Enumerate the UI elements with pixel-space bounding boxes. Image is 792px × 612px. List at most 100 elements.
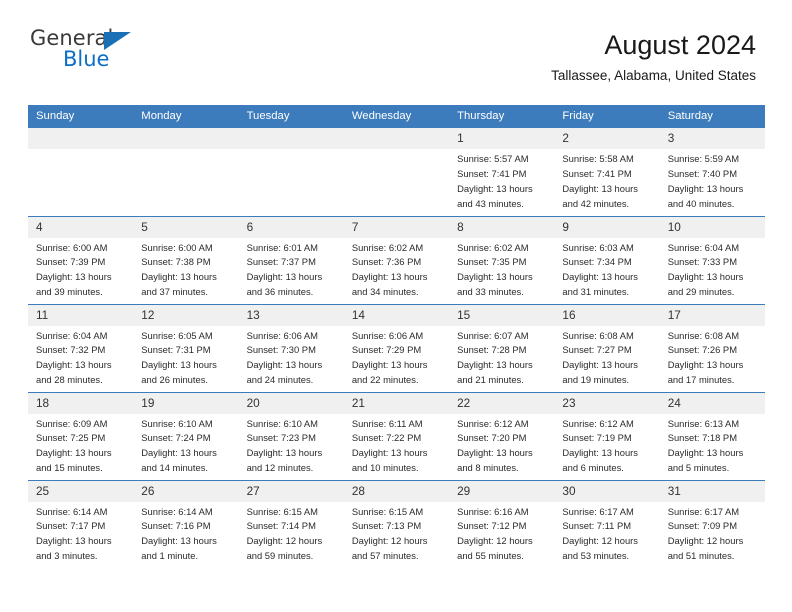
calendar-day-cell[interactable]: 1 Sunrise: 5:57 AM Sunset: 7:41 PM Daylight…: [449, 128, 555, 216]
sunset-text: Sunset: 7:20 PM: [457, 432, 527, 444]
calendar-day-cell[interactable]: 12 Sunrise: 6:05 AM Sunset: 7:31 PM Dayligh…: [133, 303, 239, 392]
daylight-text-cont: and 33 minutes.: [457, 286, 524, 298]
daylight-text: Daylight: 12 hours: [457, 535, 533, 547]
calendar-day-cell[interactable]: 15 Sunrise: 6:07 AM Sunset: 7:28 PM Dayligh…: [449, 303, 555, 392]
calendar-day-cell[interactable]: 30 Sunrise: 6:17 AM Sunset: 7:11 PM Dayligh…: [554, 479, 660, 568]
sunrise-text: Sunrise: 5:58 AM: [562, 153, 634, 164]
general-blue-logo[interactable]: General Blue: [30, 28, 150, 78]
sunrise-text: Sunrise: 6:07 AM: [457, 329, 529, 341]
sunrise-text: Sunrise: 6:00 AM: [36, 241, 108, 253]
daylight-text-cont: and 15 minutes.: [36, 462, 103, 474]
calendar-day-cell[interactable]: 13 Sunrise: 6:06 AM Sunset: 7:30 PM Dayligh…: [238, 303, 344, 392]
sun-info: Sunrise: 6:17 AM Sunset: 7:11 PM Daylight:…: [554, 502, 659, 564]
calendar-day-cell[interactable]: 21 Sunrise: 6:11 AM Sunset: 7:22 PM Dayligh…: [343, 391, 450, 480]
calendar-day-cell[interactable]: 25 Sunrise: 6:14 AM Sunset: 7:17 PM Dayligh…: [28, 479, 134, 568]
sunset-text: Sunset: 7:26 PM: [667, 344, 737, 356]
calendar-day-cell[interactable]: 19 Sunrise: 6:10 AM Sunset: 7:24 PM Dayligh…: [133, 391, 239, 480]
day-number: 10: [659, 216, 765, 238]
calendar-day-cell[interactable]: 2 Sunrise: 5:58 AM Sunset: 7:41 PM Daylight…: [554, 128, 660, 216]
daylight-text-cont: and 14 minutes.: [141, 462, 208, 474]
sunrise-text: Sunrise: 6:13 AM: [667, 417, 740, 429]
sunset-text: Sunset: 7:19 PM: [562, 432, 632, 444]
day-number: 1: [449, 128, 555, 149]
daylight-text: Daylight: 13 hours: [246, 359, 323, 371]
page-title: August 2024: [604, 30, 756, 60]
sunrise-text: Sunrise: 6:14 AM: [36, 505, 108, 517]
daylight-text-cont: and 5 minutes.: [667, 462, 730, 474]
calendar-day-cell[interactable]: 18 Sunrise: 6:09 AM Sunset: 7:25 PM Dayligh…: [28, 391, 134, 480]
sun-info: Sunrise: 6:05 AM Sunset: 7:31 PM Daylight:…: [133, 326, 238, 388]
sunset-text: Sunset: 7:37 PM: [246, 256, 316, 268]
sunset-text: Sunset: 7:41 PM: [457, 167, 527, 179]
calendar-week-row: 18 Sunrise: 6:09 AM Sunset: 7:25 PM Dayligh…: [28, 391, 765, 480]
sunset-text: Sunset: 7:13 PM: [351, 520, 422, 532]
daylight-text-cont: and 43 minutes.: [457, 197, 524, 209]
calendar-day-cell[interactable]: 5 Sunrise: 6:00 AM Sunset: 7:38 PM Daylight…: [133, 215, 239, 304]
sunrise-text: Sunrise: 6:09 AM: [36, 417, 108, 429]
daylight-text-cont: and 26 minutes.: [141, 374, 208, 386]
daylight-text: Daylight: 13 hours: [667, 271, 744, 283]
calendar-day-cell[interactable]: 29 Sunrise: 6:16 AM Sunset: 7:12 PM Dayligh…: [449, 479, 555, 568]
sunrise-text: Sunrise: 6:17 AM: [562, 505, 634, 517]
sunrise-text: Sunrise: 6:15 AM: [351, 505, 424, 517]
calendar-day-cell[interactable]: 14 Sunrise: 6:06 AM Sunset: 7:29 PM Dayligh…: [343, 303, 450, 392]
sun-info: Sunrise: 5:57 AM Sunset: 7:41 PM Daylight:…: [449, 149, 554, 211]
calendar-body: 1 Sunrise: 5:57 AM Sunset: 7:41 PM Daylight…: [28, 128, 765, 568]
calendar-day-cell[interactable]: 4 Sunrise: 6:00 AM Sunset: 7:39 PM Daylight…: [28, 215, 134, 304]
sunrise-text: Sunrise: 6:02 AM: [457, 241, 529, 253]
calendar-day-cell[interactable]: 20 Sunrise: 6:10 AM Sunset: 7:23 PM Dayligh…: [238, 391, 344, 480]
sunrise-text: Sunrise: 5:59 AM: [667, 153, 740, 164]
daylight-text-cont: and 1 minute.: [141, 550, 199, 562]
calendar-day-cell[interactable]: 6 Sunrise: 6:01 AM Sunset: 7:37 PM Daylight…: [238, 215, 344, 304]
sun-info: Sunrise: 6:15 AM Sunset: 7:13 PM Daylight:…: [344, 502, 449, 564]
calendar-day-cell[interactable]: 31 Sunrise: 6:17 AM Sunset: 7:09 PM Dayligh…: [659, 479, 765, 568]
daylight-text: Daylight: 13 hours: [351, 447, 428, 459]
sunset-text: Sunset: 7:40 PM: [667, 167, 737, 179]
calendar-day-cell[interactable]: 7 Sunrise: 6:02 AM Sunset: 7:36 PM Daylight…: [343, 215, 450, 304]
calendar-day-cell[interactable]: 16 Sunrise: 6:08 AM Sunset: 7:27 PM Dayligh…: [554, 303, 660, 392]
calendar-day-cell-empty: [343, 128, 450, 216]
calendar-day-cell[interactable]: 10 Sunrise: 6:04 AM Sunset: 7:33 PM Dayligh…: [659, 215, 765, 304]
day-number: 28: [343, 480, 450, 502]
sunset-text: Sunset: 7:30 PM: [246, 344, 316, 356]
sun-info: Sunrise: 6:02 AM Sunset: 7:36 PM Daylight:…: [344, 238, 449, 300]
weekday-header-wednesday: Wednesday: [343, 105, 450, 128]
sunrise-text: Sunrise: 6:08 AM: [562, 329, 634, 341]
daylight-text: Daylight: 13 hours: [36, 271, 112, 283]
calendar-day-cell[interactable]: 9 Sunrise: 6:03 AM Sunset: 7:34 PM Daylight…: [554, 215, 660, 304]
sunset-text: Sunset: 7:11 PM: [562, 520, 632, 532]
daylight-text: Daylight: 13 hours: [36, 359, 112, 371]
sunrise-text: Sunrise: 6:12 AM: [562, 417, 634, 429]
day-number: 5: [133, 216, 239, 238]
daylight-text: Daylight: 13 hours: [351, 271, 428, 283]
daylight-text: Daylight: 12 hours: [562, 535, 638, 547]
sunset-text: Sunset: 7:35 PM: [457, 256, 527, 268]
day-number: 4: [28, 216, 134, 238]
daylight-text: Daylight: 13 hours: [457, 271, 533, 283]
calendar-day-cell[interactable]: 17 Sunrise: 6:08 AM Sunset: 7:26 PM Dayligh…: [659, 303, 765, 392]
calendar-day-cell[interactable]: 8 Sunrise: 6:02 AM Sunset: 7:35 PM Daylight…: [449, 215, 555, 304]
calendar-day-cell[interactable]: 23 Sunrise: 6:12 AM Sunset: 7:19 PM Dayligh…: [554, 391, 660, 480]
calendar-day-cell[interactable]: 24 Sunrise: 6:13 AM Sunset: 7:18 PM Dayligh…: [659, 391, 765, 480]
sunset-text: Sunset: 7:33 PM: [667, 256, 737, 268]
sunrise-text: Sunrise: 6:08 AM: [667, 329, 740, 341]
calendar-day-cell[interactable]: 26 Sunrise: 6:14 AM Sunset: 7:16 PM Dayligh…: [133, 479, 239, 568]
daylight-text-cont: and 42 minutes.: [562, 197, 630, 209]
sun-info: Sunrise: 5:58 AM Sunset: 7:41 PM Daylight:…: [554, 149, 659, 211]
calendar-day-cell[interactable]: 27 Sunrise: 6:15 AM Sunset: 7:14 PM Dayligh…: [238, 479, 344, 568]
daylight-text-cont: and 34 minutes.: [351, 286, 419, 298]
day-number: 17: [659, 304, 765, 326]
daylight-text: Daylight: 12 hours: [667, 535, 744, 547]
sun-info: Sunrise: 6:14 AM Sunset: 7:17 PM Daylight:…: [28, 502, 133, 564]
sunrise-text: Sunrise: 6:05 AM: [141, 329, 213, 341]
calendar-day-cell[interactable]: 11 Sunrise: 6:04 AM Sunset: 7:32 PM Dayligh…: [28, 303, 134, 392]
sunset-text: Sunset: 7:29 PM: [351, 344, 422, 356]
calendar-day-cell[interactable]: 22 Sunrise: 6:12 AM Sunset: 7:20 PM Dayligh…: [449, 391, 555, 480]
calendar-day-cell[interactable]: 28 Sunrise: 6:15 AM Sunset: 7:13 PM Dayligh…: [343, 479, 450, 568]
logo-word-blue: Blue: [63, 47, 110, 71]
day-number: [133, 128, 239, 149]
sunset-text: Sunset: 7:36 PM: [351, 256, 422, 268]
sunset-text: Sunset: 7:16 PM: [141, 520, 211, 532]
calendar-day-cell[interactable]: 3 Sunrise: 5:59 AM Sunset: 7:40 PM Daylight…: [659, 128, 765, 216]
daylight-text-cont: and 39 minutes.: [36, 286, 103, 298]
